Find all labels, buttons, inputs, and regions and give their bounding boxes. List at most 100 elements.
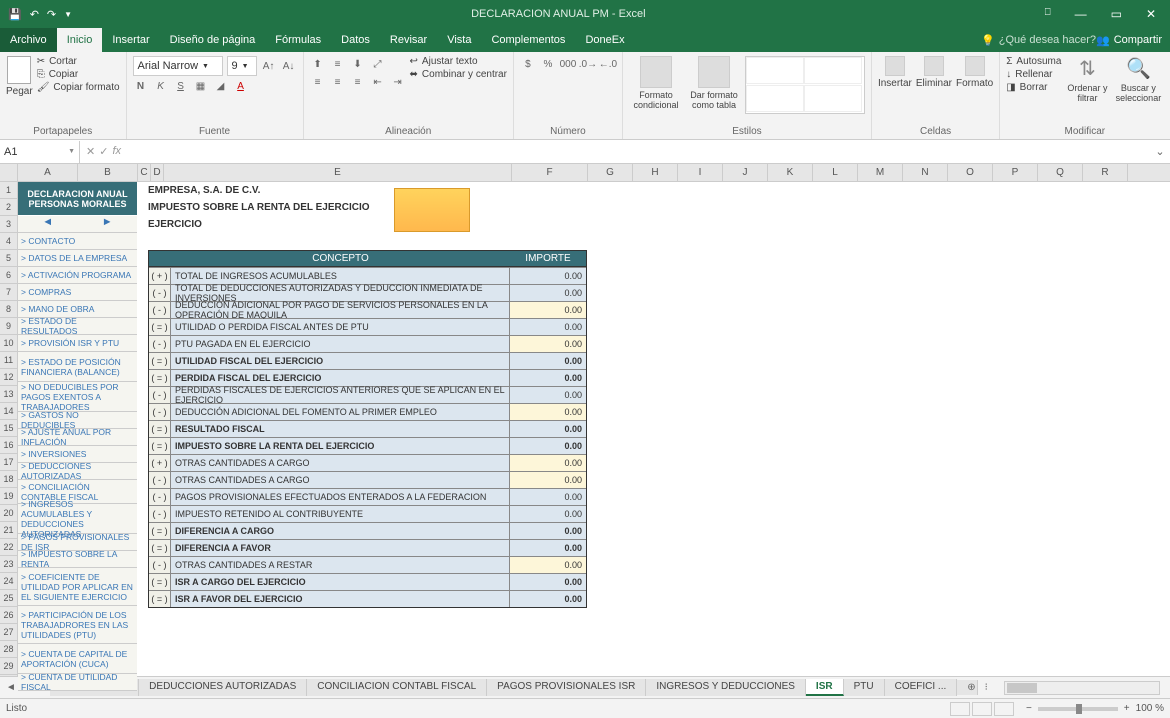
percent-icon[interactable]: % [540,56,556,72]
horizontal-scrollbar[interactable] [1004,681,1160,695]
qat-dropdown-icon[interactable]: ▼ [64,10,72,19]
sidebar-item[interactable]: > DATOS DE LA EMPRESA [18,250,137,267]
table-format-button[interactable]: Dar formato como tabla [687,56,741,110]
sidebar-item[interactable]: > ESTADO DE RESULTADOS [18,318,137,335]
zoom-slider[interactable] [1038,707,1118,711]
sheet-tab[interactable]: PTU [844,679,885,696]
menu-datos[interactable]: Datos [331,28,380,52]
row-amount[interactable]: 0.00 [510,472,586,488]
style-swatch[interactable] [746,57,804,84]
align-left-icon[interactable]: ≡ [310,74,326,90]
column-header[interactable]: Q [1038,164,1083,181]
undo-icon[interactable]: ↶ [30,8,39,21]
row-header[interactable]: 21 [0,522,17,539]
row-header[interactable]: 2 [0,199,17,216]
column-header[interactable]: C [138,164,151,181]
row-header[interactable]: 13 [0,386,17,403]
sidebar-item[interactable]: > ACTIVACIÓN PROGRAMA [18,267,137,284]
align-middle-icon[interactable]: ≡ [330,56,346,72]
select-all-corner[interactable] [0,164,18,182]
style-swatch[interactable] [746,85,804,112]
decrease-decimal-icon[interactable]: ←.0 [600,56,616,72]
menu-insertar[interactable]: Insertar [102,28,159,52]
zoom-level[interactable]: 100 % [1136,703,1164,714]
nav-next-button[interactable]: ► [78,216,138,232]
tab-splitter[interactable]: ⁝ [978,682,994,693]
column-header[interactable]: G [588,164,633,181]
sort-filter-button[interactable]: ⇅Ordenar y filtrar [1065,56,1109,103]
sidebar-item[interactable]: > AJUSTE ANUAL POR INFLACIÓN [18,429,137,446]
fill-button[interactable]: ↓Rellenar [1006,69,1061,80]
orientation-icon[interactable]: ⤢ [370,56,386,72]
column-header[interactable]: J [723,164,768,181]
column-header[interactable]: A [18,164,78,181]
column-header[interactable]: F [512,164,588,181]
underline-button[interactable]: S [173,78,189,94]
row-header[interactable]: 25 [0,590,17,607]
increase-font-icon[interactable]: A↑ [261,58,277,74]
tab-scroll-left-icon[interactable]: ◄ [6,682,16,693]
save-icon[interactable]: 💾 [8,8,22,21]
column-header[interactable]: B [78,164,138,181]
row-header[interactable]: 17 [0,454,17,471]
redo-icon[interactable]: ↷ [47,8,56,21]
sidebar-item[interactable]: > COEFICIENTE DE UTILIDAD POR APLICAR EN… [18,568,137,606]
column-header[interactable]: I [678,164,723,181]
sidebar-item[interactable]: > PARTICIPACIÓN DE LOS TRABAJADRORES EN … [18,606,137,644]
minimize-button[interactable]: — [1075,7,1087,21]
row-header[interactable]: 6 [0,267,17,284]
sheet-tab[interactable]: DEDUCCIONES AUTORIZADAS [139,679,307,696]
sheet-tab[interactable]: PAGOS PROVISIONALES ISR [487,679,646,696]
close-button[interactable]: ✕ [1146,7,1156,21]
column-header[interactable]: L [813,164,858,181]
paste-button[interactable]: Pegar [6,56,33,97]
format-painter-button[interactable]: 🖌Copiar formato [37,82,120,93]
align-right-icon[interactable]: ≡ [350,74,366,90]
menu-diseño-de-página[interactable]: Diseño de página [160,28,266,52]
sheet-tab[interactable]: COEFICI ... [885,679,958,696]
sidebar-item[interactable]: > CUENTA DE CAPITAL DE APORTACIÓN (CUCA) [18,644,137,674]
row-header[interactable]: 8 [0,301,17,318]
row-amount[interactable]: 0.00 [510,557,586,573]
merge-center-button[interactable]: ⬌Combinar y centrar [410,69,507,80]
sidebar-item[interactable]: > NO DEDUCIBLES POR PAGOS EXENTOS A TRAB… [18,382,137,412]
share-button[interactable]: 👥Compartir [1096,34,1162,47]
copy-button[interactable]: ⎘Copiar [37,69,120,80]
column-header[interactable]: P [993,164,1038,181]
cell-styles-gallery[interactable] [745,56,865,114]
row-amount[interactable]: 0.00 [510,336,586,352]
increase-decimal-icon[interactable]: .0→ [580,56,596,72]
cells-canvas[interactable]: DECLARACION ANUAL PERSONAS MORALES ◄ ► >… [18,182,1170,676]
row-amount[interactable]: 0.00 [510,455,586,471]
name-box[interactable]: A1▼ [0,141,80,163]
menu-complementos[interactable]: Complementos [481,28,575,52]
row-header[interactable]: 9 [0,318,17,335]
column-header[interactable]: R [1083,164,1128,181]
row-header[interactable]: 28 [0,641,17,658]
sheet-tab[interactable]: CONCILIACION CONTABL FISCAL [307,679,487,696]
ribbon-options-icon[interactable]: ⎕ [1045,7,1051,21]
row-header[interactable]: 22 [0,539,17,556]
nav-prev-button[interactable]: ◄ [18,216,78,232]
menu-file[interactable]: Archivo [0,28,57,52]
row-header[interactable]: 10 [0,335,17,352]
row-header[interactable]: 7 [0,284,17,301]
column-header[interactable]: M [858,164,903,181]
find-select-button[interactable]: 🔍Buscar y seleccionar [1113,56,1163,103]
menu-revisar[interactable]: Revisar [380,28,437,52]
sidebar-item[interactable]: > PROVISIÓN ISR Y PTU [18,335,137,352]
row-header[interactable]: 18 [0,471,17,488]
zoom-in-button[interactable]: + [1124,703,1130,714]
menu-vista[interactable]: Vista [437,28,481,52]
currency-icon[interactable]: $ [520,56,536,72]
add-sheet-button[interactable]: ⊕ [957,680,978,695]
column-header[interactable]: N [903,164,948,181]
column-header[interactable]: O [948,164,993,181]
comma-icon[interactable]: 000 [560,56,576,72]
column-header[interactable]: E [164,164,512,181]
column-header[interactable]: K [768,164,813,181]
font-color-button[interactable]: A [233,78,249,94]
view-layout-button[interactable] [972,702,992,716]
enter-formula-icon[interactable]: ✓ [99,145,108,158]
row-header[interactable]: 12 [0,369,17,386]
